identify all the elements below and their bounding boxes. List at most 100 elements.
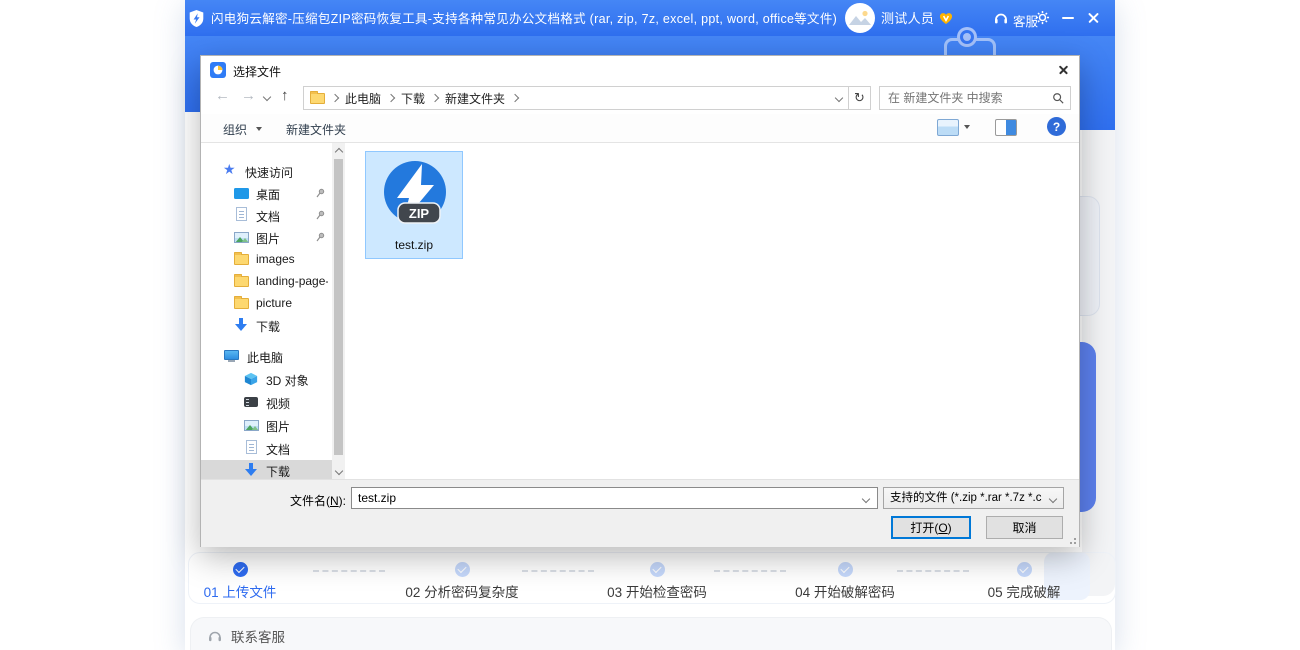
- search-box[interactable]: [879, 86, 1071, 110]
- sidebar-item-downloads[interactable]: 下载: [201, 314, 332, 336]
- sidebar-item-desktop[interactable]: 桌面: [201, 182, 332, 204]
- organize-button[interactable]: 组织: [223, 121, 247, 138]
- cancel-button[interactable]: 取消: [986, 516, 1063, 539]
- breadcrumb-chevron-icon: [387, 94, 395, 102]
- back-button[interactable]: ←: [215, 88, 230, 103]
- sidebar-item-documents[interactable]: 文档: [201, 204, 332, 226]
- contact-support-button[interactable]: 联系客服: [207, 626, 285, 646]
- pin-icon: [315, 188, 325, 198]
- headset-icon: [993, 10, 1009, 31]
- zip-file-icon: ZIP: [377, 156, 453, 241]
- filename-field-wrap: [351, 487, 878, 509]
- document-icon: [246, 440, 257, 454]
- scroll-up-icon[interactable]: [335, 148, 343, 156]
- sidebar-item-pictures[interactable]: 图片: [201, 226, 332, 248]
- download-arrow-icon: [234, 318, 248, 332]
- recent-locations-chevron-icon[interactable]: [263, 93, 271, 101]
- navigation-bar: ← → ↑ 此电脑 下载 新建文件夹 ↻: [201, 84, 1079, 114]
- step-check-icon: [455, 562, 470, 577]
- folder-icon: [310, 93, 325, 104]
- video-icon: [244, 397, 258, 407]
- gear-icon[interactable]: [1035, 10, 1050, 30]
- camera-dot-decoration-icon: [963, 33, 971, 41]
- app-logo-shield-icon: [188, 9, 205, 33]
- step-crack-password: 04 开始破解密码: [745, 562, 945, 601]
- address-dropdown-chevron-icon[interactable]: [835, 94, 843, 102]
- dialog-bottom-bar: 文件名(N): 支持的文件 (*.zip *.rar *.7z *.c 打开(O…: [201, 479, 1079, 547]
- breadcrumb-this-pc[interactable]: 此电脑: [345, 90, 381, 107]
- breadcrumb-new-folder[interactable]: 新建文件夹: [445, 90, 505, 107]
- filename-label: 文件名(N):: [241, 492, 346, 509]
- dialog-app-icon: [210, 62, 226, 83]
- picture-icon: [234, 232, 249, 243]
- desktop-icon: [234, 188, 249, 199]
- dialog-title: 选择文件: [233, 63, 281, 80]
- open-button[interactable]: 打开(O): [891, 516, 971, 539]
- resize-grip[interactable]: [1067, 535, 1076, 544]
- step-check-icon: [650, 562, 665, 577]
- scrollbar-thumb[interactable]: [334, 159, 343, 455]
- star-icon: ★: [223, 162, 236, 176]
- step-check-password: 03 开始检查密码: [557, 562, 757, 601]
- close-window-button[interactable]: [1087, 10, 1100, 26]
- headset-icon: [207, 628, 223, 644]
- new-folder-button[interactable]: 新建文件夹: [286, 121, 346, 138]
- avatar[interactable]: [845, 3, 875, 38]
- sidebar-item-3d-objects[interactable]: 3D 对象: [201, 368, 332, 390]
- sidebar-item-videos[interactable]: 视频: [201, 391, 332, 413]
- vip-badge-icon: [938, 11, 954, 30]
- sidebar-item-picture-folder[interactable]: picture: [201, 292, 332, 314]
- file-name-label: test.zip: [366, 238, 462, 252]
- search-input[interactable]: [886, 90, 1048, 106]
- file-item-test-zip[interactable]: ZIP test.zip: [365, 151, 463, 259]
- minimize-button[interactable]: [1062, 17, 1074, 19]
- app-title: 闪电狗云解密-压缩包ZIP密码恢复工具-支持各种常见办公文档格式 (rar, z…: [211, 11, 837, 27]
- up-button[interactable]: ↑: [281, 88, 289, 103]
- footer-bar: 联系客服: [190, 617, 1112, 650]
- breadcrumb-chevron-icon: [511, 94, 519, 102]
- pin-icon: [315, 232, 325, 242]
- sidebar-item-downloads-pc[interactable]: 下载: [201, 460, 332, 479]
- view-mode-icon[interactable]: [937, 119, 959, 136]
- scroll-down-icon[interactable]: [335, 467, 343, 475]
- filename-input[interactable]: [352, 488, 856, 508]
- address-bar[interactable]: 此电脑 下载 新建文件夹: [303, 86, 849, 110]
- sidebar-item-quick-access[interactable]: ★ 快速访问: [201, 160, 332, 182]
- file-dialog: 选择文件 ← → ↑ 此电脑 下载 新建文件夹 ↻: [200, 55, 1080, 547]
- help-button[interactable]: ?: [1047, 117, 1066, 136]
- download-arrow-icon: [244, 463, 258, 477]
- sidebar-item-images-folder[interactable]: images: [201, 248, 332, 270]
- step-check-icon: [1017, 562, 1032, 577]
- breadcrumb-downloads[interactable]: 下载: [401, 90, 425, 107]
- step-check-icon: [838, 562, 853, 577]
- step-check-icon: [233, 562, 248, 577]
- computer-icon: [224, 350, 239, 360]
- pin-icon: [315, 210, 325, 220]
- folder-icon: [234, 298, 249, 309]
- filename-dropdown-chevron-icon[interactable]: [862, 495, 870, 503]
- sidebar-item-this-pc[interactable]: 此电脑: [201, 345, 332, 367]
- picture-icon: [244, 420, 259, 431]
- refresh-button[interactable]: ↻: [849, 86, 871, 110]
- search-icon: [1052, 92, 1064, 104]
- sidebar-item-documents-pc[interactable]: 文档: [201, 437, 332, 459]
- user-name[interactable]: 测试人员: [881, 11, 934, 27]
- command-bar: 组织 新建文件夹 ?: [201, 114, 1079, 142]
- sidebar-item-landing-page-folder[interactable]: landing-page-v: [201, 270, 332, 292]
- svg-text:ZIP: ZIP: [409, 206, 430, 221]
- filetype-chevron-icon: [1049, 495, 1057, 503]
- cube-icon: [244, 372, 258, 391]
- breadcrumb-chevron-icon: [431, 94, 439, 102]
- preview-pane-icon[interactable]: [995, 119, 1017, 136]
- sidebar-item-pictures-pc[interactable]: 图片: [201, 414, 332, 436]
- app-header-band-right: [1080, 36, 1115, 130]
- step-finish: 05 完成破解: [924, 562, 1124, 601]
- document-icon: [236, 207, 247, 221]
- filetype-select[interactable]: 支持的文件 (*.zip *.rar *.7z *.c: [883, 487, 1064, 509]
- step-analyze-complexity: 02 分析密码复杂度: [362, 562, 562, 601]
- folder-icon: [234, 276, 249, 287]
- forward-button[interactable]: →: [241, 88, 256, 103]
- organize-dropdown-icon: [256, 127, 262, 131]
- view-mode-dropdown-icon[interactable]: [964, 125, 970, 129]
- dialog-close-button[interactable]: [1047, 56, 1080, 84]
